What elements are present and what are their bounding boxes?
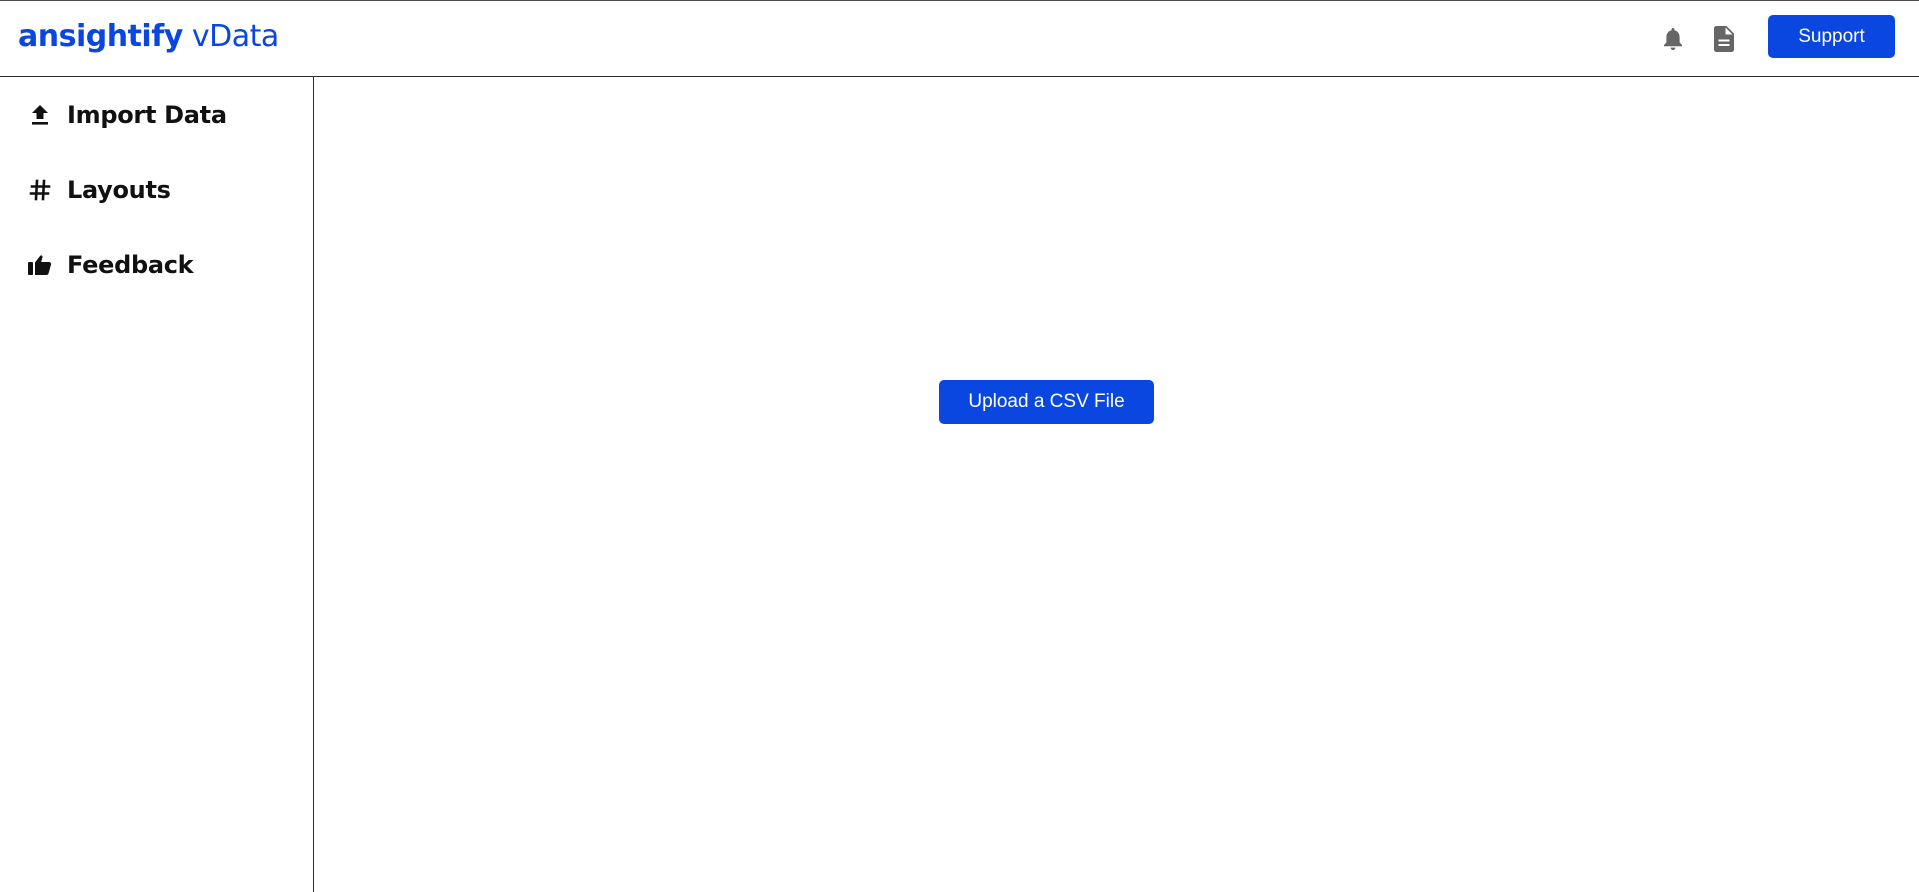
brand-product: vData [191, 19, 279, 54]
documents-button[interactable] [1709, 23, 1739, 55]
thumbs-up-icon [26, 251, 54, 279]
hash-icon [26, 176, 54, 204]
document-icon [1714, 26, 1734, 52]
sidebar-item-label: Layouts [67, 176, 171, 204]
sidebar-item-import-data[interactable]: Import Data [26, 95, 227, 135]
bell-icon [1664, 28, 1682, 50]
sidebar-item-label: Feedback [67, 251, 194, 279]
notifications-button[interactable] [1658, 23, 1688, 55]
sidebar-item-layouts[interactable]: Layouts [26, 170, 171, 210]
support-button[interactable]: Support [1768, 15, 1895, 58]
upload-csv-button[interactable]: Upload a CSV File [939, 380, 1154, 424]
sidebar: Import Data Layouts Feedback [0, 77, 314, 892]
main-content: Upload a CSV File [315, 77, 1919, 892]
upload-icon [26, 101, 54, 129]
sidebar-item-feedback[interactable]: Feedback [26, 245, 194, 285]
app-logo[interactable]: ansightify vData [18, 18, 279, 56]
sidebar-item-label: Import Data [67, 101, 227, 129]
top-bar: ansightify vData Support [0, 0, 1919, 77]
brand-name: ansightify [18, 19, 183, 54]
